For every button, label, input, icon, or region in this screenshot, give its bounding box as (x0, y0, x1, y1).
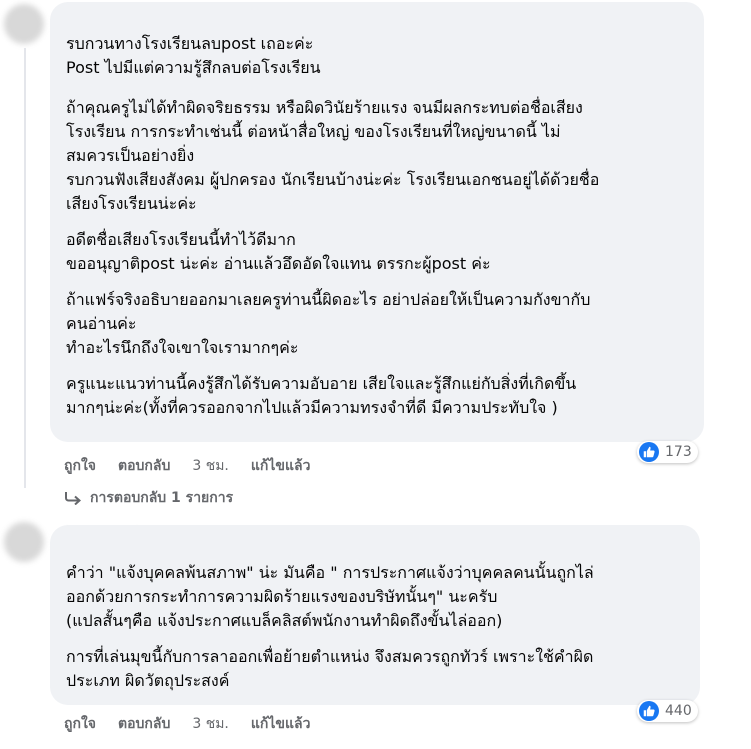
comment-actions: ถูกใจ ตอบกลับ 3 ชม. แก้ไขแล้ว (64, 713, 310, 735)
reaction-count[interactable]: 173 (637, 441, 698, 463)
avatar[interactable] (4, 522, 44, 562)
timestamp[interactable]: 3 ชม. (192, 713, 229, 735)
comment-paragraph: ครูแนะแนวท่านนี้คงรู้สึกได้รับความอับอาย… (66, 374, 577, 417)
like-button[interactable]: ถูกใจ (64, 455, 96, 477)
timestamp[interactable]: 3 ชม. (192, 455, 229, 477)
avatar[interactable] (4, 4, 44, 44)
reaction-count[interactable]: 440 (637, 700, 698, 722)
comment-paragraph: อดีตชื่อเสียงโรงเรียนนี้ทำไว้ดีมาก ขออนุ… (66, 230, 491, 273)
like-button[interactable]: ถูกใจ (64, 713, 96, 735)
thumbs-up-icon (639, 701, 659, 721)
comment-paragraph: ถ้าคุณครูไม่ได้ทำผิดจริยธรรม หรือผิดวินั… (66, 98, 600, 213)
comment-paragraph: ถ้าแฟร์จริงอธิบายออกมาเลยครูท่านนี้ผิดอะ… (66, 290, 591, 357)
comment-bubble: รบกวนทางโรงเรียนลบpost เถอะค่ะ Post ไปมี… (50, 2, 704, 442)
thumbs-up-icon (639, 442, 659, 462)
reply-button[interactable]: ตอบกลับ (118, 455, 170, 477)
edited-label[interactable]: แก้ไขแล้ว (251, 713, 311, 735)
edited-label[interactable]: แก้ไขแล้ว (251, 455, 311, 477)
reply-arrow-icon (65, 492, 82, 505)
reply-button[interactable]: ตอบกลับ (118, 713, 170, 735)
thread-line (24, 48, 26, 488)
comment-actions: ถูกใจ ตอบกลับ 3 ชม. แก้ไขแล้ว (64, 455, 310, 477)
comment-paragraph: การที่เล่นมุขนี้กับการลาออกเพื่อย้ายตำแห… (66, 647, 594, 690)
comment-paragraph: รบกวนทางโรงเรียนลบpost เถอะค่ะ Post ไปมี… (66, 34, 321, 77)
view-replies-link[interactable]: การตอบกลับ 1 รายการ (64, 487, 233, 509)
comment-paragraph: คำว่า "แจ้งบุคคลพ้นสภาพ" น่ะ มันคือ " กา… (66, 563, 594, 630)
comment-bubble: คำว่า "แจ้งบุคคลพ้นสภาพ" น่ะ มันคือ " กา… (50, 525, 700, 705)
